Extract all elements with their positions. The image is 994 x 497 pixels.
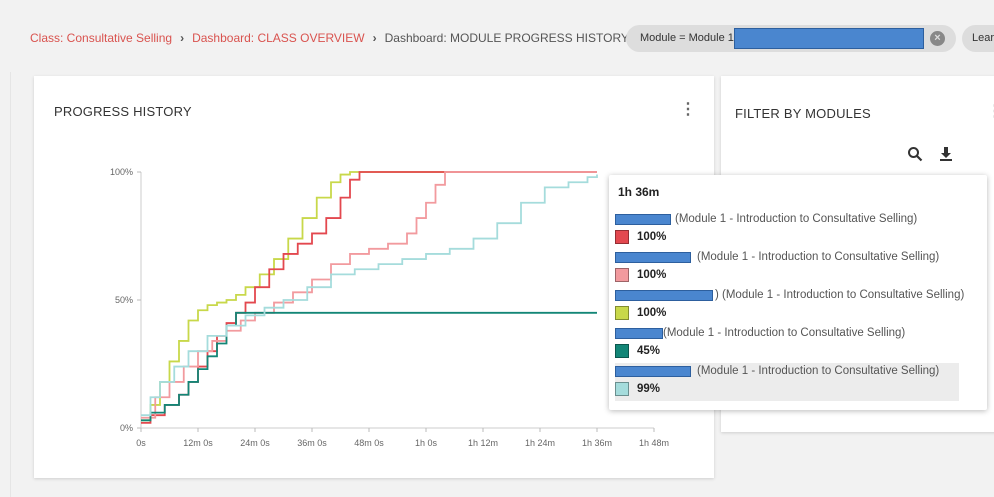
module-filter-label: Module = Module 1: [640, 32, 734, 44]
x-tick-label: 12m 0s: [183, 438, 213, 448]
x-tick-label: 1h 0s: [415, 438, 438, 448]
learner-filter-pill[interactable]: Lear: [962, 25, 994, 52]
x-tick-label: 1h 12m: [468, 438, 498, 448]
tooltip-row-value: 99%: [637, 383, 661, 395]
kebab-menu-icon[interactable]: ⋮: [987, 104, 994, 120]
breadcrumb-bar: Class: Consultative Selling › Dashboard:…: [0, 0, 994, 72]
tooltip-row-name: (Module 1 - Introduction to Consultative…: [697, 365, 940, 377]
search-icon[interactable]: [907, 146, 923, 167]
tooltip-row: (Module 1 - Introduction to Consultative…: [615, 325, 959, 363]
tooltip-swatch: [615, 382, 629, 396]
tooltip-row-value: 100%: [637, 307, 667, 319]
x-tick-label: 1h 48m: [639, 438, 669, 448]
redacted-block: [615, 290, 713, 301]
series-line-1: [141, 171, 597, 422]
tooltip-row: (Module 1 - Introduction to Consultative…: [615, 211, 959, 249]
breadcrumb-separator-icon: ›: [372, 31, 377, 45]
series-line-3: [141, 171, 597, 419]
series-line-5: [141, 174, 598, 417]
y-tick-label: 0%: [120, 423, 133, 433]
tooltip-time: 1h 36m: [618, 185, 660, 199]
left-gutter-divider: [10, 72, 11, 497]
tooltip-row-value: 45%: [637, 345, 661, 357]
series-line-2: [141, 171, 597, 424]
redacted-block: [734, 28, 924, 49]
x-tick-label: 48m 0s: [354, 438, 384, 448]
tooltip-row-name: ) (Module 1 - Introduction to Consultati…: [715, 289, 965, 301]
tooltip-row-highlighted: (Module 1 - Introduction to Consultative…: [615, 363, 959, 401]
x-tick-label: 24m 0s: [240, 438, 270, 448]
breadcrumb-class-link[interactable]: Class: Consultative Selling: [30, 31, 172, 45]
tooltip-row: ) (Module 1 - Introduction to Consultati…: [615, 287, 964, 325]
tooltip-swatch: [615, 344, 629, 358]
tooltip-swatch: [615, 306, 629, 320]
module-filter-pill[interactable]: Module = Module 1 ×: [626, 25, 956, 52]
tooltip-swatch: [615, 268, 629, 282]
breadcrumb-dashboard-link[interactable]: Dashboard: CLASS OVERVIEW: [192, 31, 365, 45]
x-tick-label: 0s: [136, 438, 146, 448]
series-line-4: [141, 311, 597, 422]
tooltip-row-value: 100%: [637, 231, 667, 243]
redacted-block: [615, 366, 691, 377]
redacted-block: [615, 214, 671, 225]
redacted-block: [615, 252, 691, 263]
learner-filter-label: Lear: [972, 32, 994, 44]
close-circle-icon[interactable]: ×: [930, 31, 945, 46]
y-tick-label: 100%: [110, 167, 133, 177]
tooltip-row-name: (Module 1 - Introduction to Consultative…: [697, 251, 940, 263]
x-tick-label: 1h 36m: [582, 438, 612, 448]
breadcrumb-current: Dashboard: MODULE PROGRESS HISTORY: [384, 31, 629, 45]
tooltip-row-name: (Module 1 - Introduction to Consultative…: [675, 213, 918, 225]
breadcrumb-separator-icon: ›: [180, 31, 185, 45]
tooltip-row: (Module 1 - Introduction to Consultative…: [615, 249, 959, 287]
x-tick-label: 1h 24m: [525, 438, 555, 448]
tooltip-swatch: [615, 230, 629, 244]
x-tick-label: 36m 0s: [297, 438, 327, 448]
redacted-block: [615, 328, 663, 339]
breadcrumb: Class: Consultative Selling › Dashboard:…: [30, 31, 629, 45]
chart-tooltip: 1h 36m (Module 1 - Introduction to Consu…: [609, 175, 987, 410]
y-tick-label: 50%: [115, 295, 133, 305]
tooltip-row-value: 100%: [637, 269, 667, 281]
filter-by-modules-title: FILTER BY MODULES: [735, 106, 871, 121]
download-icon[interactable]: [938, 146, 954, 167]
tooltip-row-name: (Module 1 - Introduction to Consultative…: [663, 327, 906, 339]
